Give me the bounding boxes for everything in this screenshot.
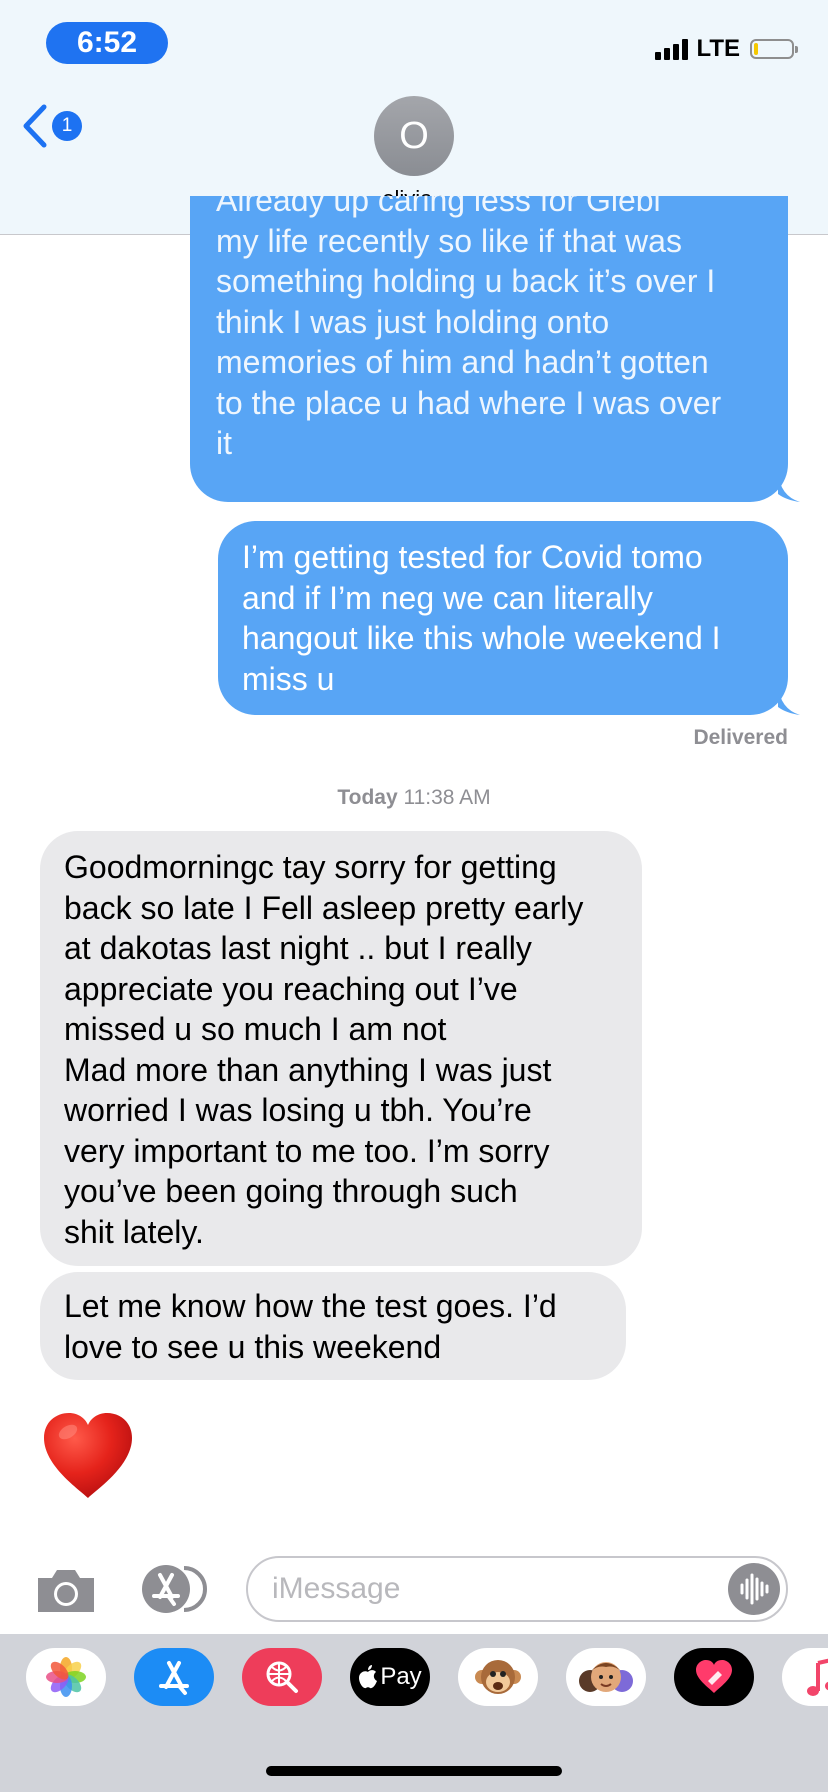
incoming-message[interactable]: Let me know how the test goes. I’d love …: [40, 1272, 626, 1380]
photos-icon[interactable]: [26, 1648, 106, 1706]
battery-icon: [750, 39, 798, 59]
message-line: and if I’m neg we can literally: [242, 579, 653, 616]
memoji-faces: [579, 1662, 633, 1692]
animoji-monkey-icon[interactable]: [458, 1648, 538, 1706]
status-time: 6:52: [46, 22, 168, 64]
heart-touch-glyph: [696, 1660, 732, 1693]
monkey-face: [475, 1660, 521, 1694]
message-text: Already up caring less for Giebl my life…: [216, 196, 721, 464]
message-line: miss u: [242, 660, 335, 697]
home-indicator[interactable]: [266, 1766, 562, 1776]
photos-flower: [46, 1657, 86, 1697]
audio-message-button[interactable]: [728, 1563, 780, 1615]
chevron-left-icon: [23, 104, 47, 148]
apple-pay-icon[interactable]: Pay: [350, 1648, 430, 1706]
apple-pay-label: Pay: [380, 1663, 422, 1690]
outgoing-message[interactable]: Already up caring less for Giebl my life…: [190, 196, 788, 502]
timestamp-time: 11:38 AM: [403, 786, 491, 809]
digital-touch-icon[interactable]: [674, 1648, 754, 1706]
message-timestamp: Today 11:38 AM: [0, 786, 828, 810]
message-line: you’ve been going through such: [64, 1173, 518, 1209]
apple-logo-icon: [359, 1665, 378, 1689]
red-heart-icon[interactable]: [40, 1410, 136, 1502]
camera-icon[interactable]: [34, 1566, 98, 1614]
message-line: love to see u this weekend: [64, 1328, 442, 1365]
app-store-glyph: [159, 1661, 189, 1695]
app-store-icon[interactable]: [138, 1564, 214, 1614]
battery-level: [754, 43, 758, 55]
bubble-tail: [778, 472, 800, 502]
waveform-icon: [740, 1573, 769, 1605]
message-line: think I was just holding onto: [216, 303, 610, 340]
message-line: something holding u back it’s over I: [216, 263, 716, 299]
images-search-icon[interactable]: [242, 1648, 322, 1706]
message-line: at dakotas last night .. but I really: [64, 930, 532, 966]
message-line: memories of him and hadn’t gotten: [216, 344, 709, 380]
unread-count-badge: 1: [52, 111, 82, 141]
incoming-message[interactable]: Goodmorningc tay sorry for getting back …: [40, 831, 642, 1266]
bubble-tail: [778, 685, 800, 715]
message-line: to the place u had where I was over: [216, 384, 722, 421]
outgoing-message[interactable]: I’m getting tested for Covid tomo and if…: [218, 521, 788, 715]
delivered-status: Delivered: [693, 726, 788, 749]
message-line: my life recently so like if that was: [216, 222, 682, 259]
message-line: appreciate you reaching out I’ve: [64, 970, 518, 1007]
message-input-placeholder: iMessage: [272, 1572, 401, 1605]
message-line: I’m getting tested for Covid tomo: [242, 539, 703, 575]
message-line: very important to me too. I’m sorry: [64, 1132, 550, 1169]
message-line: Let me know how the test goes. I’d: [64, 1288, 557, 1324]
message-line: Already up caring less for Giebl: [216, 196, 661, 218]
message-line: Mad more than anything I was just: [64, 1051, 552, 1088]
message-line: missed u so much I am not: [64, 1011, 447, 1047]
globe-search-glyph: [266, 1661, 298, 1693]
contact-avatar[interactable]: O: [374, 96, 454, 176]
compose-bar: iMessage: [0, 1540, 828, 1636]
status-indicators: LTE: [655, 34, 798, 64]
message-line: back so late I Fell asleep pretty early: [64, 889, 584, 926]
back-button[interactable]: 1: [22, 104, 82, 148]
music-note-glyph: [807, 1658, 828, 1696]
message-line: hangout like this whole weekend I: [242, 620, 721, 656]
music-icon[interactable]: [782, 1648, 828, 1706]
memoji-icon[interactable]: [566, 1648, 646, 1706]
cellular-signal-icon: [655, 38, 689, 60]
network-type: LTE: [696, 35, 740, 62]
timestamp-day: Today: [337, 786, 398, 809]
message-line: shit lately.: [64, 1213, 204, 1250]
message-line: it: [216, 425, 232, 461]
app-store-icon[interactable]: [134, 1648, 214, 1706]
message-line: worried I was losing u tbh. You’re: [64, 1092, 532, 1128]
message-input[interactable]: iMessage: [246, 1556, 788, 1622]
message-line: Goodmorningc tay sorry for getting: [64, 849, 557, 885]
